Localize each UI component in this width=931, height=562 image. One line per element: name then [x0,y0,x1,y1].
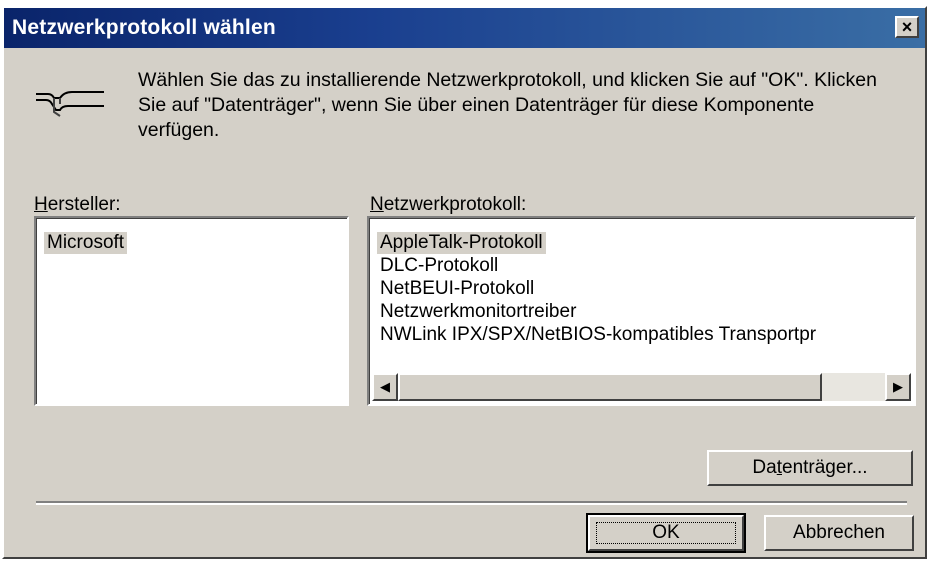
dialog-title: Netzwerkprotokoll wählen [12,16,276,39]
scroll-left-icon: ◀ [380,379,390,394]
cancel-button-label: Abbrechen [793,522,885,543]
manufacturer-listbox[interactable]: Microsoft [34,216,349,406]
title-bar[interactable]: Netzwerkprotokoll wählen × [4,8,925,48]
cancel-button[interactable]: Abbrechen [764,515,914,551]
list-item-dlc[interactable]: DLC-Protokoll [377,255,501,277]
network-cable-icon [36,91,104,117]
horizontal-scrollbar[interactable]: ◀ ▶ [372,373,911,401]
protocol-label: Netzwerkprotokoll: [370,194,526,216]
separator [36,501,907,505]
disk-button-post: enträger... [782,457,868,478]
disk-button-pre: Da [752,457,777,478]
list-item-netmon[interactable]: Netzwerkmonitortreiber [377,301,579,323]
ok-button[interactable]: OK [586,513,746,553]
protocol-label-accel: N [370,194,384,215]
scroll-right-icon: ▶ [893,379,903,394]
focus-rectangle [596,522,736,544]
protocol-dialog: Netzwerkprotokoll wählen × Wählen Sie da… [2,6,927,559]
close-button[interactable]: × [895,16,919,38]
list-item-microsoft[interactable]: Microsoft [44,232,128,254]
list-item-nwlink[interactable]: NWLink IPX/SPX/NetBIOS-kompatibles Trans… [377,324,819,346]
instruction-text: Wählen Sie das zu installierende Netzwer… [138,69,877,141]
manufacturer-label: Hersteller: [34,194,121,216]
list-item-netbeui[interactable]: NetBEUI-Protokoll [377,278,537,300]
manufacturer-label-accel: H [34,194,48,215]
scroll-right-button[interactable]: ▶ [885,373,911,401]
protocol-label-rest: etzwerkprotokoll: [383,194,527,215]
list-item-appletalk[interactable]: AppleTalk-Protokoll [377,232,546,254]
protocol-listbox[interactable]: AppleTalk-Protokoll DLC-Protokoll NetBEU… [367,216,916,406]
disk-button[interactable]: Datenträger... [707,450,913,486]
scroll-left-button[interactable]: ◀ [372,373,398,401]
scroll-thumb[interactable] [398,373,822,401]
close-icon: × [901,17,913,37]
manufacturer-label-rest: ersteller: [47,194,121,215]
